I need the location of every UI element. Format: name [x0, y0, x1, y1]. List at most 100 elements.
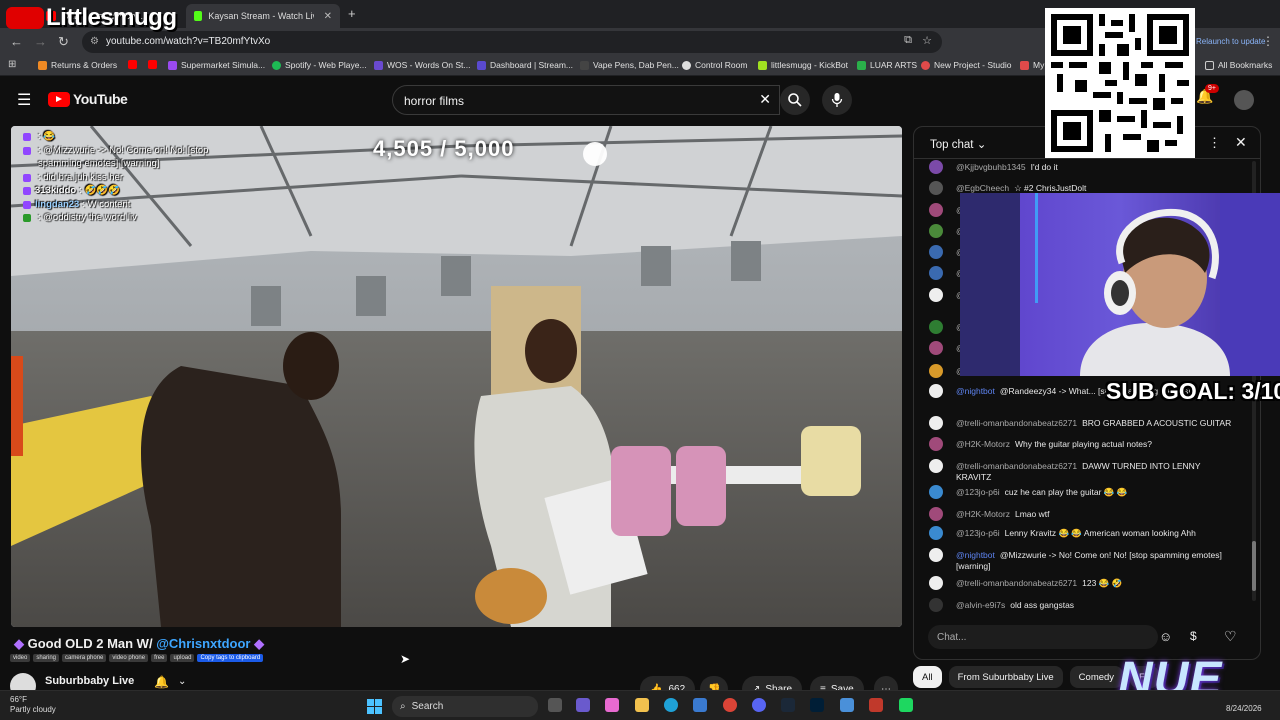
tag-chip[interactable]: camera phone: [62, 654, 107, 662]
chat-author[interactable]: @nightbot: [956, 550, 995, 560]
chip-from-channel[interactable]: From Suburbbaby Live: [948, 666, 1063, 688]
chat-avatar[interactable]: [929, 459, 943, 473]
chat-avatar[interactable]: [929, 548, 943, 562]
chat-author[interactable]: @123jo-p6i: [956, 528, 1000, 538]
edge-icon[interactable]: [664, 698, 678, 712]
reload-icon[interactable]: ↻: [58, 34, 69, 50]
photoshop-icon[interactable]: [810, 698, 824, 712]
bell-icon[interactable]: 🔔: [154, 675, 169, 689]
bookmark-item[interactable]: Control Room: [682, 60, 747, 70]
chat-avatar[interactable]: [929, 203, 943, 217]
install-icon[interactable]: ⧉: [904, 34, 912, 47]
avatar[interactable]: [1234, 90, 1254, 110]
close-chat-icon[interactable]: ✕: [1235, 134, 1247, 151]
chat-avatar[interactable]: [929, 526, 943, 540]
chat-avatar[interactable]: [929, 384, 943, 398]
taskbar-search[interactable]: ⌕ Search: [392, 696, 538, 717]
chat-menu-icon[interactable]: ⋮: [1208, 135, 1221, 151]
browser-tab-active[interactable]: Kaysan Stream - Watch Live on ✕: [186, 4, 340, 28]
bookmark-item[interactable]: littlesmugg - KickBot: [758, 60, 848, 70]
chat-author[interactable]: @H2K-Motorz: [956, 439, 1010, 449]
site-info-icon[interactable]: ⚙: [90, 36, 99, 47]
chrome-icon[interactable]: [723, 698, 737, 712]
new-tab-icon[interactable]: +: [348, 6, 356, 21]
chat-avatar[interactable]: [929, 437, 943, 451]
bookmark-item[interactable]: Vape Pens, Dab Pen...: [580, 60, 679, 70]
video-player[interactable]: : 😂 : @Mizzwurie -> No! Come on! No! [st…: [11, 126, 902, 627]
bookmark-item[interactable]: LUAR ARTS: [857, 60, 917, 70]
chat-avatar[interactable]: [929, 485, 943, 499]
bookmark-item[interactable]: Supermarket Simula...: [168, 60, 265, 70]
chip-comedy[interactable]: Comedy: [1069, 666, 1124, 688]
youtube-logo[interactable]: YouTube: [48, 91, 128, 107]
chip-all[interactable]: All: [913, 666, 942, 688]
all-bookmarks[interactable]: All Bookmarks: [1205, 60, 1272, 70]
voice-search-button[interactable]: [822, 85, 852, 115]
chat-avatar[interactable]: [929, 288, 943, 302]
chat-author[interactable]: @nightbot: [956, 386, 995, 396]
app-icon[interactable]: [899, 698, 913, 712]
chat-avatar[interactable]: [929, 181, 943, 195]
clear-search-icon[interactable]: ✕: [759, 91, 771, 108]
steam-icon[interactable]: [781, 698, 795, 712]
bookmark-item[interactable]: [128, 60, 141, 69]
bookmark-item[interactable]: Dashboard | Stream...: [477, 60, 573, 70]
top-chat-dropdown[interactable]: Top chat ⌄: [930, 137, 986, 151]
chat-avatar[interactable]: [929, 364, 943, 378]
chat-author[interactable]: @alvin-e9i7s: [956, 600, 1005, 610]
bookmark-item[interactable]: [148, 60, 161, 69]
tag-chip[interactable]: video: [10, 654, 31, 662]
chevron-down-icon[interactable]: ⌄: [178, 676, 186, 687]
bookmark-item[interactable]: My: [1020, 60, 1044, 70]
discord-icon[interactable]: [752, 698, 766, 712]
bookmark-item[interactable]: New Project - Studio: [921, 60, 1011, 70]
chat-avatar[interactable]: [929, 507, 943, 521]
tag-chip[interactable]: free: [151, 654, 168, 662]
bookmark-item[interactable]: WOS - Words On St...: [374, 60, 470, 70]
chat-input[interactable]: [928, 625, 1158, 649]
chat-author[interactable]: @H2K-Motorz: [956, 509, 1010, 519]
browser-menu-icon[interactable]: ⋮: [1262, 34, 1274, 48]
chat-author[interactable]: @Kjjbvgbuhb1345: [956, 162, 1026, 172]
store-icon[interactable]: [693, 698, 707, 712]
hamburger-menu-icon[interactable]: ☰: [17, 90, 31, 110]
bookmark-item[interactable]: Spotify - Web Playe...: [272, 60, 367, 70]
windows-start-icon[interactable]: [367, 699, 382, 714]
chat-avatar[interactable]: [929, 266, 943, 280]
back-icon[interactable]: ←: [10, 34, 23, 49]
copy-tags-button[interactable]: Copy tags to clipboard: [197, 654, 264, 662]
chat-author[interactable]: @trelli-omanbandonabeatz6271: [956, 418, 1077, 428]
chat-avatar[interactable]: [929, 320, 943, 334]
forward-icon[interactable]: →: [34, 34, 47, 49]
mention-link[interactable]: @Chrisnxtdoor: [156, 636, 250, 651]
chat-avatar[interactable]: [929, 160, 943, 174]
task-view-icon[interactable]: [548, 698, 562, 712]
bookmark-item[interactable]: Returns & Orders: [38, 60, 117, 70]
copilot-icon[interactable]: [605, 698, 619, 712]
chat-avatar[interactable]: [929, 598, 943, 612]
notifications-button[interactable]: 🔔 9+: [1196, 84, 1219, 108]
bookmark-star-icon[interactable]: ☆: [922, 34, 932, 47]
teams-icon[interactable]: [576, 698, 590, 712]
relaunch-button[interactable]: Relaunch to update: [1196, 37, 1265, 46]
app-icon[interactable]: [869, 698, 883, 712]
tag-chip[interactable]: video phone: [109, 654, 149, 662]
chat-avatar[interactable]: [929, 576, 943, 590]
chat-author[interactable]: @trelli-omanbandonabeatz6271: [956, 578, 1077, 588]
heart-icon[interactable]: ♡: [1224, 628, 1237, 645]
chat-avatar[interactable]: [929, 245, 943, 259]
weather-widget[interactable]: 66°F Partly cloudy: [10, 695, 56, 715]
close-tab-icon[interactable]: ✕: [324, 11, 332, 22]
search-button[interactable]: [780, 85, 810, 115]
tag-chip[interactable]: upload: [170, 654, 195, 662]
emoji-icon[interactable]: ☺: [1159, 629, 1172, 644]
url-field[interactable]: ⚙ youtube.com/watch?v=TB20mfYtvXo ⧉ ☆: [82, 31, 942, 53]
chat-author[interactable]: @EgbCheech: [956, 183, 1009, 193]
apps-icon[interactable]: ⊞: [8, 59, 16, 70]
notepad-icon[interactable]: [840, 698, 854, 712]
channel-name[interactable]: Suburbbaby Live: [45, 675, 134, 687]
chat-avatar[interactable]: [929, 416, 943, 430]
super-chat-icon[interactable]: $: [1190, 629, 1197, 643]
chat-author[interactable]: @123jo-p6i: [956, 487, 1000, 497]
file-explorer-icon[interactable]: [635, 698, 649, 712]
